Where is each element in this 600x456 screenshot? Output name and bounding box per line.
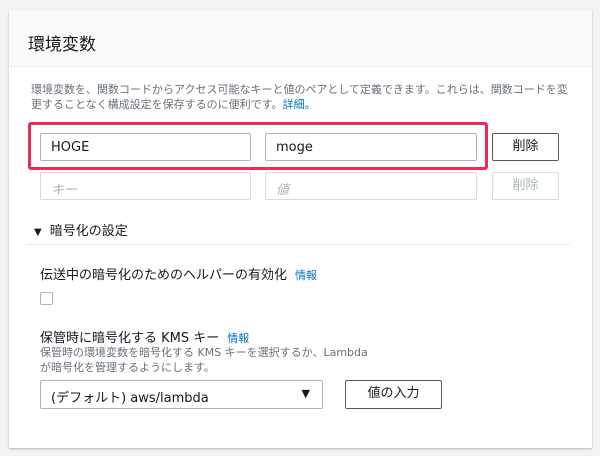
kms-description: 保管時の環境変数を暗号化する KMS キーを選択するか、Lambda が暗号化を… xyxy=(40,346,368,374)
kms-selected-value: (デフォルト) aws/lambda xyxy=(51,391,209,406)
kms-info-link[interactable]: 情報 xyxy=(227,332,249,345)
kms-key-select[interactable]: (デフォルト) aws/lambda ▼ xyxy=(40,380,323,409)
transit-encryption-label: 伝送中の暗号化のためのヘルパーの有効化 情報 xyxy=(40,264,317,283)
info-link[interactable]: 情報 xyxy=(295,269,317,282)
delete-button-disabled[interactable]: 削除 xyxy=(492,172,559,200)
value-input[interactable]: moge xyxy=(265,133,477,161)
panel-title: 環境変数 xyxy=(28,35,96,55)
encryption-header: 暗号化の設定 xyxy=(49,224,128,239)
kms-key-label: 保管時に暗号化する KMS キー 情報 xyxy=(40,327,249,346)
transit-encryption-checkbox[interactable] xyxy=(40,292,53,305)
panel-description: 環境変数を、関数コードからアクセス可能なキーと値のペアとして定義できます。これら… xyxy=(31,82,571,112)
details-link[interactable]: 詳細。 xyxy=(283,98,316,111)
divider xyxy=(27,244,570,245)
kms-label-text: 保管時に暗号化する KMS キー xyxy=(40,331,220,346)
new-key-input[interactable]: キー xyxy=(40,172,251,200)
caret-down-icon: ▼ xyxy=(34,227,42,238)
delete-button[interactable]: 削除 xyxy=(492,133,559,161)
transit-label-text: 伝送中の暗号化のためのヘルパーの有効化 xyxy=(40,268,288,283)
panel-header: 環境変数 xyxy=(9,10,592,67)
key-input[interactable]: HOGE xyxy=(40,133,251,161)
caret-down-icon: ▼ xyxy=(301,387,310,400)
encryption-settings-toggle[interactable]: ▼ 暗号化の設定 xyxy=(34,220,128,239)
enter-value-button[interactable]: 値の入力 xyxy=(345,380,442,409)
new-value-input[interactable]: 値 xyxy=(265,172,477,200)
